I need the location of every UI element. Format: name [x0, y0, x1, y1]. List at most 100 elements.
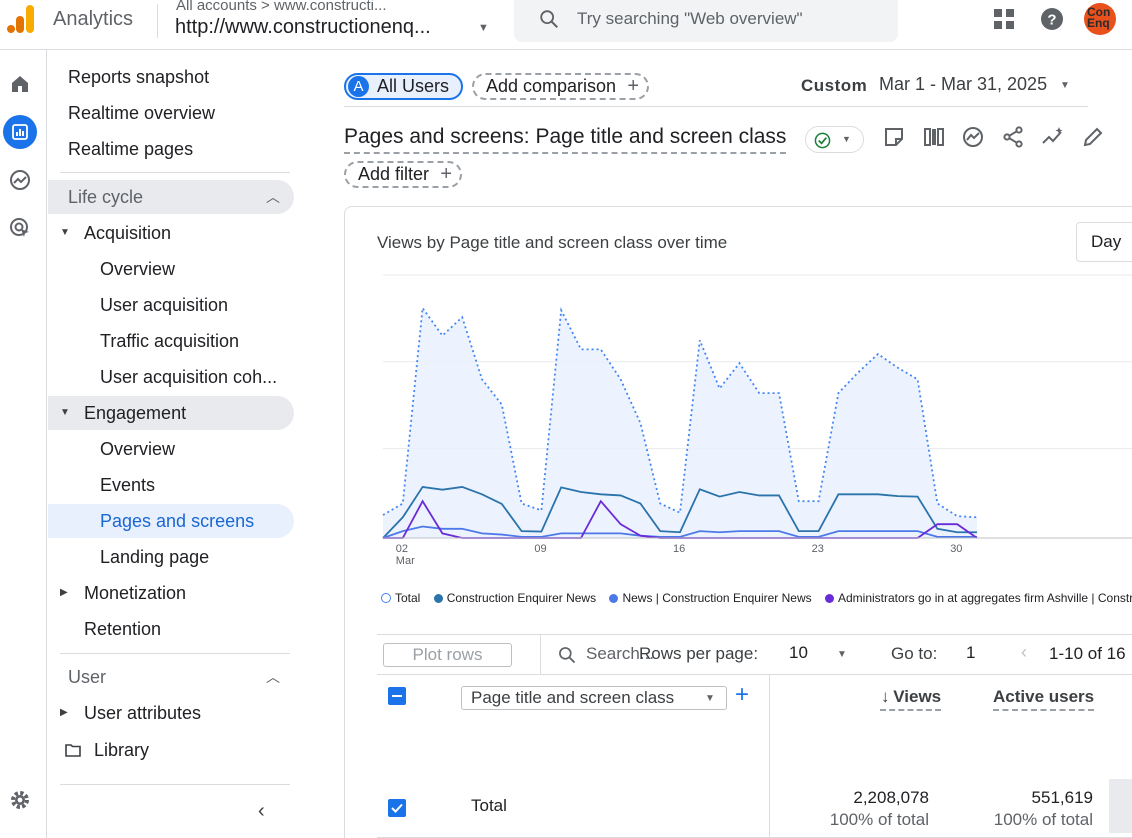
nav-acquisition[interactable]: ▼ Acquisition — [48, 216, 294, 250]
col-header-label: Views — [893, 687, 942, 706]
plus-icon: + — [440, 163, 452, 185]
account-breadcrumb[interactable]: All accounts > www.constructi... — [176, 0, 387, 14]
rows-per-page-label: Rows per page: — [639, 644, 759, 663]
nav-landing-page[interactable]: Landing page — [48, 540, 294, 574]
dimension-selector[interactable]: Page title and screen class — [461, 686, 727, 710]
prev-page-chevron-icon[interactable]: ‹ — [1021, 642, 1027, 663]
nav-realtime-pages[interactable]: Realtime pages — [48, 132, 294, 166]
nav-reports-snapshot[interactable]: Reports snapshot — [48, 60, 294, 94]
help-icon[interactable]: ? — [1040, 7, 1064, 31]
svg-text:?: ? — [1047, 12, 1056, 29]
share-icon[interactable] — [1001, 125, 1025, 149]
nav-library[interactable]: Library — [48, 733, 294, 767]
total-row-checkbox[interactable] — [388, 799, 406, 817]
all-users-label: All Users — [377, 76, 450, 96]
insights-icon[interactable] — [961, 125, 985, 149]
divider — [540, 634, 541, 674]
collapsed-caret-icon: ▶ — [60, 707, 68, 718]
legend-dot-icon — [609, 594, 619, 603]
date-range-picker[interactable]: Mar 1 - Mar 31, 2025 — [879, 74, 1047, 95]
add-filter-button[interactable]: Add filter + — [344, 161, 462, 188]
total-row-label: Total — [471, 796, 507, 815]
date-caret-icon[interactable]: ▼ — [1060, 80, 1070, 91]
chart-title: Views by Page title and screen class ove… — [377, 233, 728, 252]
settings-gear-icon[interactable] — [8, 788, 32, 812]
legend-label: Total — [395, 591, 421, 605]
section-label: Life cycle — [68, 187, 144, 207]
col-header-views[interactable]: ↓ Views — [880, 687, 942, 711]
granularity-selector[interactable]: Day — [1076, 222, 1132, 262]
property-selector[interactable]: http://www.constructionenq... — [175, 16, 431, 39]
line-chart: 02Mar 09 16 23 30 — [382, 274, 1132, 567]
data-quality-status[interactable]: ▼ — [805, 126, 864, 153]
nav-realtime-overview[interactable]: Realtime overview — [48, 96, 294, 130]
x-tick-label: 16 — [673, 543, 685, 555]
apps-grid-icon[interactable] — [992, 7, 1016, 31]
divider — [60, 784, 290, 785]
sidebar: Reports snapshot Realtime overview Realt… — [48, 50, 300, 838]
add-comparison-button[interactable]: Add comparison + — [472, 73, 649, 100]
trend-sparkle-icon[interactable] — [1041, 125, 1065, 149]
search-placeholder: Try searching "Web overview" — [577, 9, 803, 28]
folder-icon — [65, 744, 81, 757]
main-content: A All Users Add comparison + Custom Mar … — [300, 50, 1132, 838]
compare-columns-icon[interactable] — [922, 125, 946, 149]
dimension-caret-icon[interactable]: ▼ — [705, 693, 715, 704]
customize-report-icon[interactable] — [882, 125, 906, 149]
advertising-icon[interactable] — [8, 216, 32, 240]
collapse-chevron-icon: ︿ — [266, 189, 280, 205]
nav-pages-and-screens[interactable]: Pages and screens — [48, 504, 294, 538]
analytics-logo-icon[interactable] — [6, 4, 36, 34]
nav-label: Engagement — [84, 403, 187, 423]
legend-item-news[interactable]: News | Construction Enquirer News — [609, 591, 812, 605]
collapse-sidebar-chevron-icon[interactable]: ‹ — [258, 800, 265, 823]
chart-legend: Total Construction Enquirer News News | … — [381, 591, 1132, 605]
total-views-value: 2,208,078 — [853, 788, 929, 807]
reports-icon[interactable] — [8, 120, 32, 144]
search-bar[interactable]: Try searching "Web overview" — [514, 0, 898, 42]
divider — [377, 634, 1132, 635]
nav-monetization[interactable]: ▶ Monetization — [48, 576, 294, 610]
rows-per-page-caret-icon[interactable]: ▼ — [837, 649, 847, 660]
nav-user-attributes[interactable]: ▶ User attributes — [48, 696, 294, 730]
nav-label: User attributes — [84, 703, 202, 723]
report-title[interactable]: Pages and screens: Page title and screen… — [344, 125, 787, 154]
nav-retention[interactable]: Retention — [48, 612, 294, 646]
nav-traffic-acquisition[interactable]: Traffic acquisition — [48, 324, 294, 358]
all-users-chip[interactable]: A All Users — [344, 73, 463, 100]
plus-icon: + — [627, 75, 639, 97]
nav-label: Acquisition — [84, 223, 172, 243]
property-caret-icon[interactable]: ▼ — [478, 22, 489, 34]
account-avatar[interactable]: Con Enq — [1084, 3, 1116, 35]
edit-pencil-icon[interactable] — [1081, 125, 1105, 149]
divider — [157, 4, 158, 38]
x-tick-label: 02 — [396, 543, 408, 555]
legend-item-construction-enquirer-news[interactable]: Construction Enquirer News — [433, 591, 596, 605]
caret-icon: ▼ — [842, 134, 851, 144]
nav-user-acquisition-cohort[interactable]: User acquisition coh... — [48, 360, 294, 394]
nav-acquisition-overview[interactable]: Overview — [48, 252, 294, 286]
legend-item-total[interactable]: Total — [381, 591, 420, 605]
rows-per-page-select[interactable]: 10 — [789, 643, 808, 663]
goto-page-input[interactable]: 1 — [966, 643, 975, 663]
section-user[interactable]: User ︿ — [48, 660, 294, 694]
divider — [769, 674, 770, 838]
legend-item-administrators[interactable]: Administrators go in at aggregates firm … — [824, 591, 1132, 605]
col-header-active-users[interactable]: Active users — [993, 687, 1095, 711]
plot-rows-button[interactable]: Plot rows — [383, 643, 512, 667]
nav-user-acquisition[interactable]: User acquisition — [48, 288, 294, 322]
collapse-chevron-icon: ︿ — [266, 669, 280, 685]
nav-events[interactable]: Events — [48, 468, 294, 502]
section-life-cycle[interactable]: Life cycle ︿ — [48, 180, 294, 214]
nav-engagement-overview[interactable]: Overview — [48, 432, 294, 466]
legend-label: Administrators go in at aggregates firm … — [837, 591, 1132, 605]
nav-engagement[interactable]: ▼ Engagement — [48, 396, 294, 430]
home-icon[interactable] — [8, 72, 32, 96]
expand-caret-icon: ▼ — [60, 407, 70, 418]
add-dimension-plus-icon[interactable]: + — [735, 681, 749, 709]
explore-icon[interactable] — [8, 168, 32, 192]
select-all-checkbox[interactable] — [388, 687, 406, 705]
nav-label: Library — [94, 740, 150, 760]
total-views-pct: 100% of total — [829, 810, 929, 829]
column-scroll-shade — [1109, 779, 1132, 833]
